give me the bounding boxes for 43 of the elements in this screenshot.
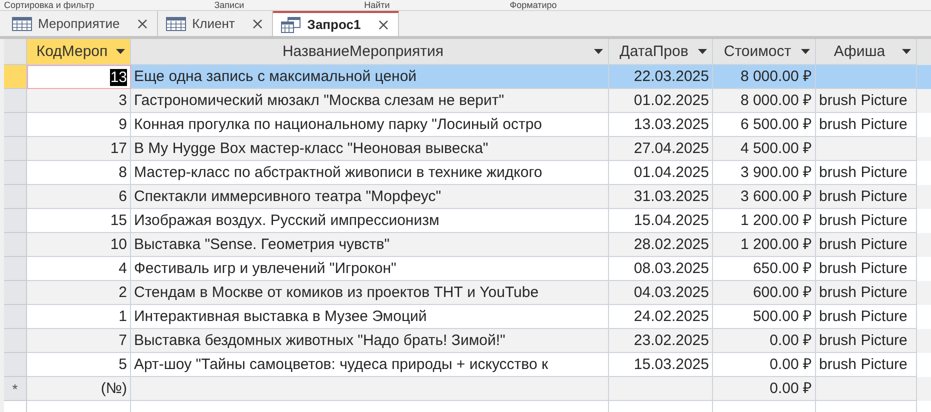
tab-label: Мероприятие [38, 16, 120, 31]
column-header-label: ДатаПров [618, 43, 690, 60]
ribbon-group-label: Форматиро [510, 0, 557, 10]
column-header-label: КодМероп [35, 43, 109, 60]
table-icon [12, 16, 32, 30]
document-tab[interactable]: Запрос1 × [273, 11, 400, 36]
tab-label: Запрос1 [307, 17, 361, 32]
row-selector[interactable] [4, 353, 27, 377]
row-selector[interactable] [4, 281, 27, 305]
document-tab[interactable]: Клиент × [158, 11, 274, 36]
column-header-label: НазваниеМероприятия [281, 43, 445, 60]
row-selector[interactable] [4, 65, 27, 89]
close-tab-button[interactable]: × [134, 14, 152, 33]
column-header[interactable]: КодМероп [27, 39, 131, 65]
ribbon-group-label: Сортировка и фильтр [4, 0, 94, 10]
table-cell: 13 [27, 65, 131, 89]
row-selector[interactable] [4, 257, 27, 281]
row-selector[interactable] [4, 113, 27, 137]
document-tab[interactable]: Мероприятие × [4, 11, 158, 36]
column-header-label: Стоимост [722, 43, 792, 60]
dropdown-arrow-icon[interactable] [594, 49, 603, 54]
dropdown-arrow-icon[interactable] [116, 49, 125, 54]
row-selector[interactable] [4, 233, 27, 257]
row-selector[interactable] [4, 329, 27, 353]
tab-label: Клиент [192, 16, 235, 31]
dropdown-arrow-icon[interactable] [902, 49, 911, 54]
row-selector[interactable] [4, 89, 27, 113]
dropdown-arrow-icon[interactable] [801, 49, 810, 54]
table-icon [166, 16, 186, 30]
row-selector[interactable] [4, 185, 27, 209]
select-all-corner[interactable] [4, 39, 27, 65]
column-header-label: Афиша [832, 43, 886, 60]
row-selector[interactable] [4, 161, 27, 185]
row-selector[interactable] [4, 209, 27, 233]
ribbon-group-label: Записи [214, 0, 244, 10]
new-record-marker: * [4, 377, 27, 401]
row-selector[interactable] [4, 305, 27, 329]
dropdown-arrow-icon[interactable] [698, 49, 707, 54]
close-tab-button[interactable]: × [374, 15, 392, 34]
query-icon [281, 16, 302, 32]
ribbon-group-label: Найти [364, 0, 390, 10]
close-tab-button[interactable]: × [248, 14, 266, 33]
row-selector[interactable] [4, 137, 27, 161]
